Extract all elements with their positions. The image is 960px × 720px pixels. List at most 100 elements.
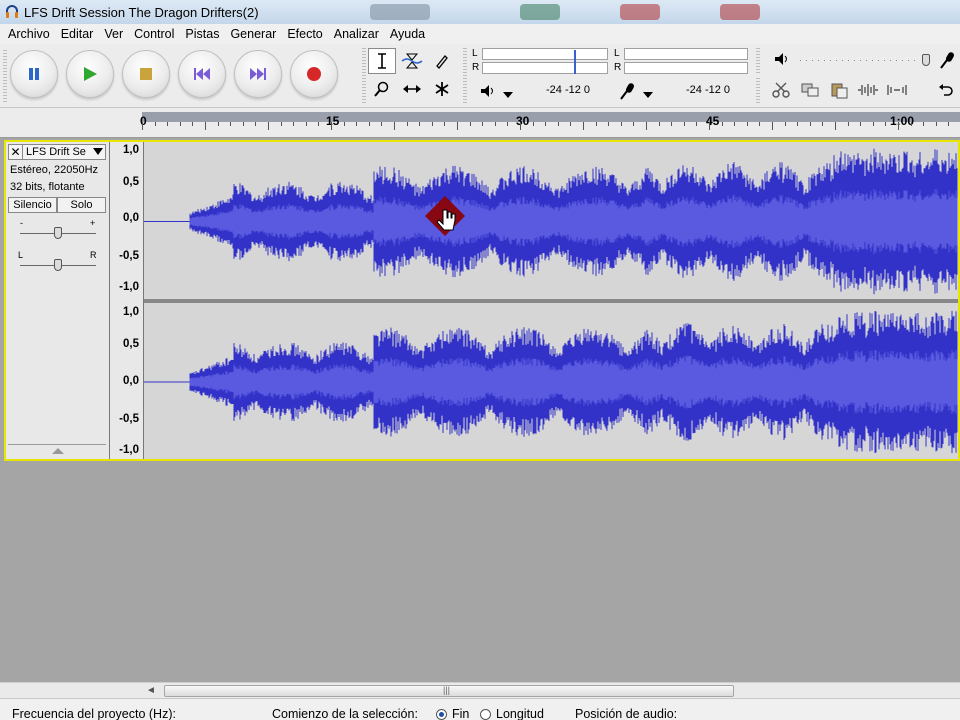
menu-efecto[interactable]: Efecto	[283, 27, 329, 41]
waveform-left-channel[interactable]	[144, 142, 958, 299]
end-radio-label[interactable]: Fin	[452, 707, 469, 720]
scale-top-1: 1,0	[123, 144, 139, 156]
track-menu-dropdown-icon[interactable]	[91, 147, 105, 158]
menu-archivo[interactable]: Archivo	[4, 27, 57, 41]
copy-button[interactable]	[795, 78, 824, 102]
scroll-left-arrow-icon[interactable]: ◄	[146, 685, 156, 696]
speaker-meter-icon[interactable]	[480, 84, 496, 101]
play-meter-left	[482, 48, 608, 60]
timeline-strip[interactable]	[142, 112, 960, 122]
ruler-tick	[482, 122, 484, 126]
length-radio[interactable]	[480, 709, 491, 720]
multi-tool[interactable]	[428, 76, 456, 102]
menu-generar[interactable]: Generar	[226, 27, 283, 41]
ruler-tick	[570, 122, 572, 126]
track-name[interactable]: LFS Drift Se	[23, 146, 91, 158]
ruler-tick	[167, 122, 169, 126]
paste-button[interactable]	[824, 78, 853, 102]
ruler-tick	[205, 122, 206, 130]
ruler-tick	[746, 122, 748, 126]
skip-end-button[interactable]	[234, 50, 282, 98]
menu-bar: Archivo Editar Ver Control Pistas Genera…	[0, 24, 960, 44]
menu-editar[interactable]: Editar	[57, 27, 101, 41]
time-shift-tool[interactable]	[398, 76, 426, 102]
output-volume-track[interactable]	[800, 60, 920, 61]
ruler-tick	[507, 122, 509, 126]
project-rate-label: Frecuencia del proyecto (Hz):	[12, 707, 176, 720]
ruler-label-15: 15	[326, 114, 340, 128]
horizontal-scrollbar[interactable]: ◄ |||	[140, 682, 960, 698]
play-meter-dropdown-icon[interactable]	[502, 88, 514, 102]
toolbar-grip[interactable]	[362, 48, 366, 104]
play-meter-right-label: R	[472, 62, 480, 73]
ruler-tick	[910, 122, 912, 126]
input-volume-icon	[938, 50, 956, 73]
empty-track-area[interactable]	[0, 462, 960, 682]
play-meter-peak	[574, 50, 576, 74]
pencil-icon	[436, 55, 448, 69]
ruler-tick	[179, 122, 181, 126]
play-button[interactable]	[66, 50, 114, 98]
pan-slider-thumb[interactable]	[54, 259, 62, 271]
ruler-tick	[646, 122, 647, 130]
double-arrow-icon	[403, 85, 421, 93]
ruler-tick	[406, 122, 408, 126]
skip-start-button[interactable]	[178, 50, 226, 98]
scrollbar-thumb[interactable]: |||	[164, 685, 734, 697]
ruler-tick	[305, 122, 307, 126]
track-collapse-bar[interactable]	[8, 444, 106, 457]
trim-button[interactable]	[853, 78, 882, 102]
amplitude-scale: 1,0 0,5 0,0 -0,5 -1,0 1,0 0,5 0,0 -0,5 -…	[110, 142, 144, 459]
i-beam-icon	[378, 53, 386, 69]
envelope-tool[interactable]	[398, 48, 426, 74]
solo-button[interactable]: Solo	[57, 197, 106, 213]
output-volume-thumb[interactable]	[922, 54, 930, 66]
pause-button[interactable]	[10, 50, 58, 98]
scale-bottom-05: 0,5	[123, 338, 139, 350]
selection-tool[interactable]	[368, 48, 396, 74]
undo-button[interactable]	[931, 78, 960, 102]
ruler-tick	[595, 122, 597, 126]
selection-start-label: Comienzo de la selección:	[272, 707, 418, 720]
end-radio[interactable]	[436, 709, 447, 720]
stop-button[interactable]	[122, 50, 170, 98]
ruler-tick	[242, 122, 244, 126]
audio-track[interactable]: ✕ LFS Drift Se Estéreo, 22050Hz 32 bits,…	[4, 140, 960, 461]
ruler-tick	[860, 122, 862, 126]
edit-toolbar	[760, 78, 960, 104]
ruler-tick	[343, 122, 345, 126]
draw-tool[interactable]	[428, 48, 456, 74]
ruler-tick	[734, 122, 736, 126]
cut-button[interactable]	[766, 78, 795, 102]
waveform-right-channel[interactable]	[144, 303, 958, 459]
zoom-tool[interactable]	[368, 76, 396, 102]
menu-analizar[interactable]: Analizar	[330, 27, 386, 41]
length-radio-label[interactable]: Longitud	[496, 707, 544, 720]
transport-controls	[10, 50, 338, 102]
ruler-tick	[431, 122, 433, 126]
timeline-ruler[interactable]: 0 15 30 45 1:00	[0, 108, 960, 138]
track-close-button[interactable]: ✕	[9, 145, 23, 159]
microphone-meter-icon[interactable]	[618, 81, 636, 104]
ruler-tick	[494, 122, 496, 126]
menu-ver[interactable]: Ver	[100, 27, 130, 41]
rec-meter-dropdown-icon[interactable]	[642, 88, 654, 102]
mute-button[interactable]: Silencio	[8, 197, 57, 213]
ruler-tick	[835, 122, 836, 130]
scale-bottom-m1: -1,0	[119, 444, 139, 456]
gain-slider-thumb[interactable]	[54, 227, 62, 239]
toolbar-grip[interactable]	[463, 48, 467, 104]
ruler-tick	[419, 122, 421, 126]
menu-control[interactable]: Control	[130, 27, 181, 41]
ruler-tick	[268, 122, 269, 130]
track-header: ✕ LFS Drift Se	[8, 144, 106, 160]
track-format-info: Estéreo, 22050Hz	[10, 164, 99, 176]
output-volume-icon	[774, 52, 790, 69]
ruler-tick	[935, 122, 937, 126]
silence-button[interactable]	[882, 78, 911, 102]
menu-ayuda[interactable]: Ayuda	[386, 27, 432, 41]
record-button[interactable]	[290, 50, 338, 98]
drag-hand-cursor	[425, 196, 465, 236]
menu-pistas[interactable]: Pistas	[181, 27, 226, 41]
toolbar-grip[interactable]	[3, 50, 7, 102]
